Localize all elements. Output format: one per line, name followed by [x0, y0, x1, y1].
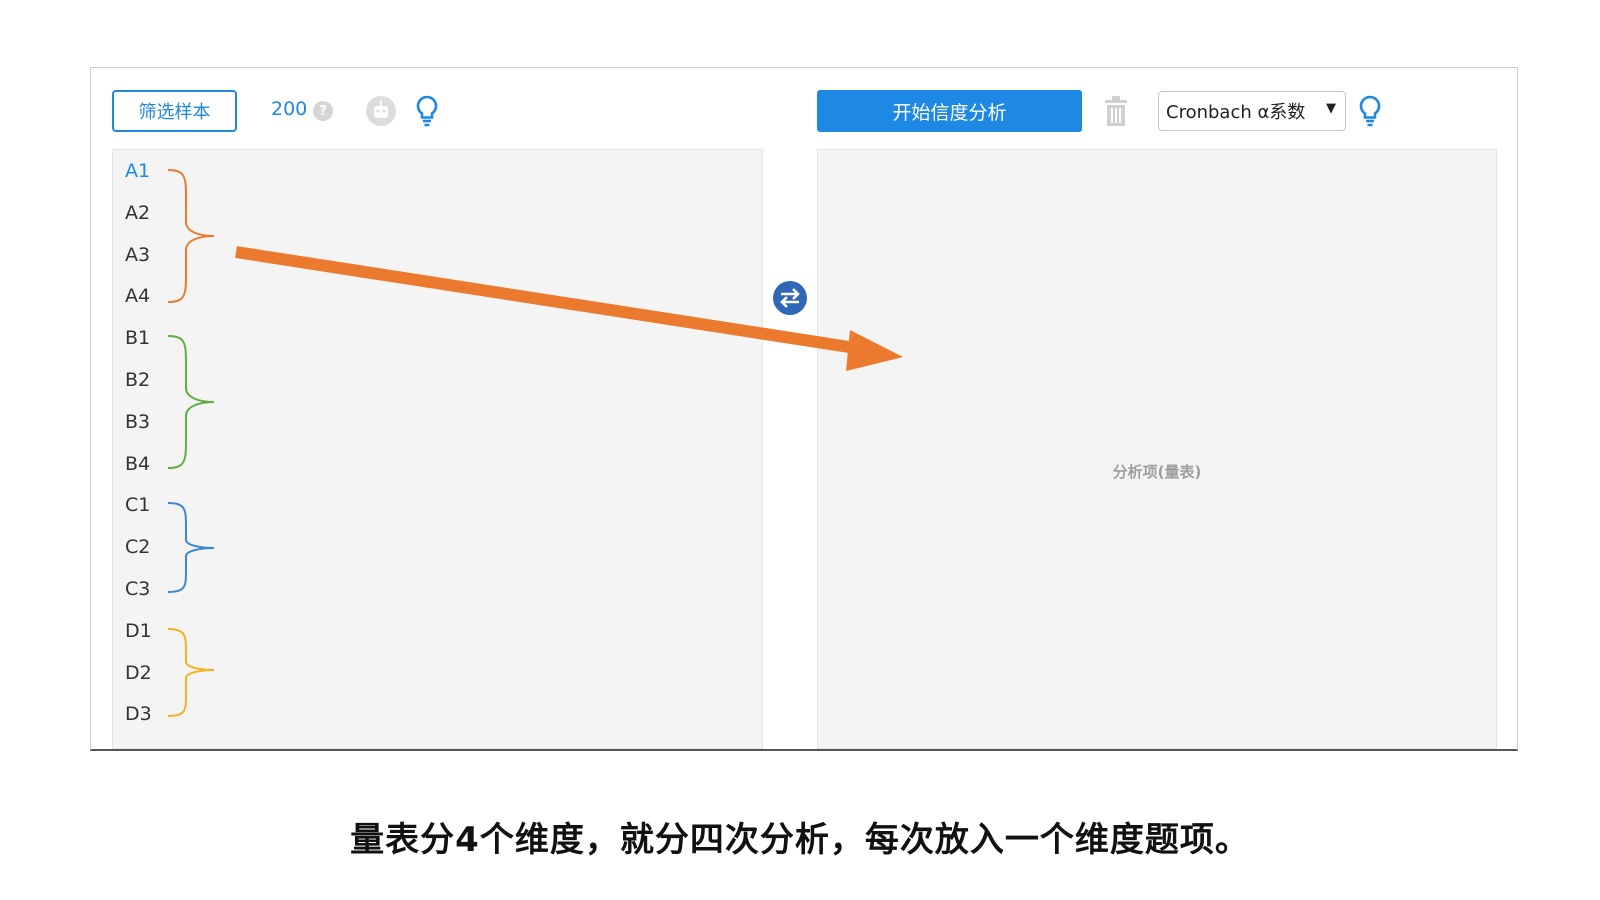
variable-list-panel[interactable] [112, 149, 763, 749]
caption: 量表分4个维度，就分四次分析，每次放入一个维度题项。 [350, 820, 1250, 860]
variable-item[interactable]: A4 [125, 284, 150, 308]
variable-item[interactable]: C2 [125, 535, 150, 559]
variable-item[interactable]: C1 [125, 493, 150, 517]
sample-count: 200 [271, 98, 308, 120]
analysis-items-panel[interactable]: 分析项(量表) [817, 149, 1497, 749]
variable-item[interactable]: D3 [125, 702, 152, 726]
swap-arrows-icon[interactable] [772, 280, 808, 316]
lightbulb-icon[interactable] [1357, 94, 1383, 128]
variable-item[interactable]: B1 [125, 326, 150, 350]
variable-item[interactable]: A2 [125, 201, 150, 225]
chevron-down-icon: ▼ [1326, 101, 1336, 116]
trash-icon[interactable] [1102, 94, 1130, 128]
analysis-items-placeholder: 分析项(量表) [1112, 463, 1202, 481]
variable-item[interactable]: C3 [125, 577, 150, 601]
filter-samples-button[interactable]: 筛选样本 [112, 90, 237, 132]
variable-item[interactable]: A1 [125, 159, 150, 183]
variable-item[interactable]: A3 [125, 243, 150, 267]
variable-item[interactable]: B2 [125, 368, 150, 392]
variable-item[interactable]: D2 [125, 661, 152, 685]
variable-item[interactable]: B3 [125, 410, 150, 434]
lightbulb-icon[interactable] [414, 94, 440, 128]
robot-icon[interactable] [365, 95, 397, 127]
help-icon[interactable]: ? [313, 101, 333, 121]
variable-item[interactable]: B4 [125, 452, 150, 476]
start-reliability-analysis-button[interactable]: 开始信度分析 [817, 90, 1082, 132]
variable-item[interactable]: D1 [125, 619, 152, 643]
method-select-value: Cronbach α系数 [1166, 102, 1306, 123]
method-select[interactable]: Cronbach α系数 ▼ [1158, 91, 1346, 131]
